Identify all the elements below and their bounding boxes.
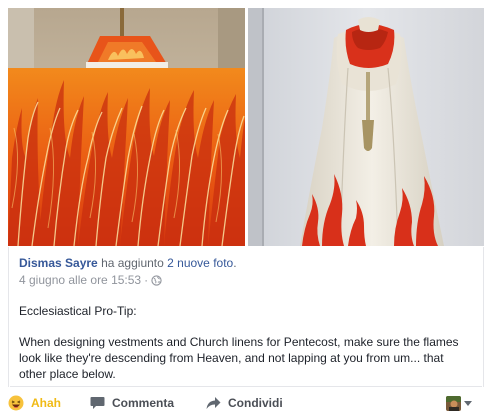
laughing-emoji-icon bbox=[8, 395, 24, 411]
post-meta: 4 giugno alle ore 15:53 · bbox=[19, 272, 473, 288]
share-arrow-icon bbox=[206, 397, 221, 409]
post-actions-bar: Ahah Commenta Condividi bbox=[0, 389, 491, 417]
post-byline: Dismas Sayre ha aggiunto 2 nuove foto. bbox=[19, 255, 473, 271]
post-as-selector[interactable] bbox=[446, 396, 472, 411]
comment-bubble-icon bbox=[90, 397, 105, 409]
author-name-link[interactable]: Dismas Sayre bbox=[19, 256, 98, 270]
user-avatar bbox=[446, 396, 461, 411]
share-button[interactable]: Condividi bbox=[206, 392, 283, 414]
globe-icon[interactable] bbox=[151, 274, 162, 286]
altar-flames-image bbox=[8, 8, 245, 246]
comment-label: Commenta bbox=[112, 396, 175, 410]
photo-altar-flames[interactable] bbox=[8, 8, 245, 246]
action-text: ha aggiunto bbox=[101, 256, 164, 270]
meta-separator: · bbox=[144, 273, 149, 287]
post-timestamp-link[interactable]: 4 giugno alle ore 15:53 bbox=[19, 272, 141, 288]
reaction-label: Ahah bbox=[31, 396, 61, 410]
photo-cope-flames[interactable] bbox=[248, 8, 484, 246]
action-end: . bbox=[233, 256, 237, 270]
reaction-button[interactable]: Ahah bbox=[8, 392, 61, 414]
actions-divider bbox=[10, 386, 482, 387]
share-label: Condividi bbox=[228, 396, 283, 410]
message-body: When designing vestments and Church line… bbox=[19, 335, 459, 381]
message-title: Ecclesiastical Pro-Tip: bbox=[19, 304, 137, 318]
caret-down-icon bbox=[464, 401, 472, 406]
avatar-image bbox=[446, 396, 461, 411]
photo-grid bbox=[8, 8, 484, 246]
new-photos-link[interactable]: 2 nuove foto bbox=[167, 256, 233, 270]
cope-flames-image bbox=[248, 8, 484, 246]
post-content: Dismas Sayre ha aggiunto 2 nuove foto. 4… bbox=[8, 247, 484, 387]
comment-button[interactable]: Commenta bbox=[90, 392, 174, 414]
